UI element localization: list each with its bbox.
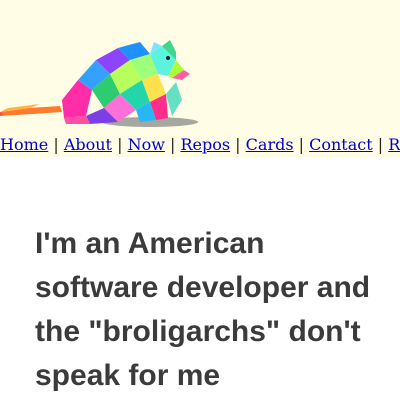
nav-link-home[interactable]: Home [0, 135, 48, 154]
nav-link-repos[interactable]: Repos [180, 135, 230, 154]
main-content: I'm an American software developer and t… [35, 222, 375, 398]
nav-separator: | [235, 135, 241, 154]
main-nav: Home | About | Now | Repos | Cards | Con… [0, 134, 400, 156]
page-headline: I'm an American software developer and t… [35, 227, 371, 392]
nav-link-contact[interactable]: Contact [309, 135, 373, 154]
nav-separator: | [377, 135, 384, 154]
nav-separator: | [169, 135, 176, 154]
rainbow-rat-logo-icon[interactable] [0, 30, 205, 130]
page: Home | About | Now | Repos | Cards | Con… [0, 0, 400, 400]
nav-link-about[interactable]: About [64, 135, 112, 154]
nav-separator: | [53, 135, 59, 154]
nav-separator: | [298, 135, 305, 154]
nav-link-rss-label: RSS [388, 135, 400, 154]
nav-link-now[interactable]: Now [128, 135, 165, 154]
nav-link-cards[interactable]: Cards [246, 135, 294, 154]
nav-separator: | [117, 135, 123, 154]
site-header: Home | About | Now | Repos | Cards | Con… [0, 0, 400, 157]
nav-link-rss[interactable]: RSS [388, 135, 400, 154]
